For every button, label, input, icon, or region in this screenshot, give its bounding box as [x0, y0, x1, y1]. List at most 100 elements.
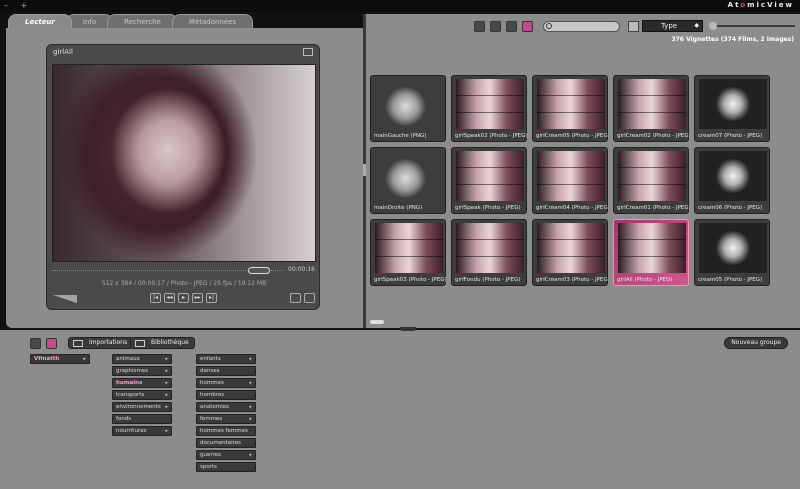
group-item[interactable]: documentaires [196, 438, 256, 448]
thumbnail-label: girlFondu (Photo - JPEG) [455, 277, 521, 283]
lock-icon[interactable] [490, 21, 501, 32]
app-brand: AtomicView [728, 1, 794, 9]
thumbnail-label: cream06 (Photo - JPEG) [698, 205, 763, 211]
thumbnail-image [375, 223, 443, 273]
thumbnail-item[interactable]: girlCream04 (Photo - JPEG) [532, 147, 608, 214]
thumbnail-label: girlSpeak02 (Photo - JPEG) [455, 133, 527, 139]
type-select[interactable]: Type ◆ [642, 20, 703, 32]
importations-label: Importations [89, 339, 128, 346]
chevron-right-icon: ▸ [249, 416, 252, 422]
thumbnail-item[interactable]: girlCream05 (Photo - JPEG) [532, 75, 608, 142]
group-column-2: animaux ▸ graphismes ▸ humains ▸ transports ▸ en… [112, 354, 172, 438]
importations-button[interactable]: Importations [68, 337, 134, 349]
thumbnail-item[interactable]: girlSpeak (Photo - JPEG) [451, 147, 527, 214]
list-view-icon[interactable] [30, 338, 41, 349]
chevron-right-icon: ▸ [165, 428, 168, 434]
group-item[interactable]: hommes femmes [196, 426, 256, 436]
fast-forward-button[interactable]: ▸▸ [192, 293, 203, 303]
thumbnail-item[interactable]: mainDroite (PNG) [370, 147, 446, 214]
window-controls[interactable]: – + [4, 1, 32, 10]
bibliotheque-button[interactable]: Bibliothèque [130, 337, 195, 349]
search-icon [546, 23, 552, 29]
tab-recherche[interactable]: Recherche [107, 14, 178, 28]
thumbnail-item[interactable]: girlCream03 (Photo - JPEG) [532, 219, 608, 286]
sort-icon[interactable] [628, 21, 639, 32]
thumbnail-image [375, 151, 443, 201]
group-item[interactable]: nourritures ▸ [112, 426, 172, 436]
group-column-3: enfants ▸ danses hommes ▸ hombres anatomies ▸ fe… [196, 354, 256, 474]
horizontal-scrollbar[interactable] [370, 320, 384, 324]
group-item-label: documentaires [200, 440, 242, 446]
thumbnail-item[interactable]: girlFondu (Photo - JPEG) [451, 219, 527, 286]
chevron-right-icon: ▸ [165, 404, 168, 410]
group-item[interactable]: graphismes ▸ [112, 366, 172, 376]
tab-info[interactable]: Info [65, 14, 114, 28]
media-info: 512 x 384 / 00:00:17 / Photo - JPEG / 25… [101, 280, 267, 287]
tab-metadonnees[interactable]: Métadonnées [171, 14, 254, 28]
thumbnail-item[interactable]: cream06 (Photo - JPEG) [694, 147, 770, 214]
group-item[interactable]: guerres ▸ [196, 450, 256, 460]
group-item[interactable]: sports [196, 462, 256, 472]
grid-view-icon[interactable] [474, 21, 485, 32]
group-item-label: anatomies [200, 404, 229, 410]
thumbnail-label: girlCream04 (Photo - JPEG) [536, 205, 608, 211]
group-item-label: guerres [200, 452, 221, 458]
group-item[interactable]: hommes ▸ [196, 378, 256, 388]
color-view-icon[interactable] [46, 338, 57, 349]
group-item[interactable]: Vfmatth ▸ [30, 354, 90, 364]
thumbnail-item[interactable]: girlCream01 (Photo - JPEG) [613, 147, 689, 214]
chevron-updown-icon: ◆ [694, 22, 699, 29]
seek-knob[interactable] [248, 267, 270, 274]
title-bar: – + AtomicView [0, 0, 800, 12]
detach-window-icon[interactable] [303, 48, 313, 56]
thumbnail-image [699, 79, 767, 129]
group-item[interactable]: danses [196, 366, 256, 376]
search-input[interactable] [543, 21, 620, 32]
skip-end-button[interactable]: ▸| [206, 293, 217, 303]
thumbnail-image [618, 79, 686, 129]
thumbnail-size-slider[interactable] [709, 22, 795, 30]
thumbnail-item[interactable]: cream07 (Photo - JPEG) [694, 75, 770, 142]
group-item-label: environnements [116, 404, 161, 410]
group-item[interactable]: animaux ▸ [112, 354, 172, 364]
thumbnail-item[interactable]: cream05 (Photo - JPEG) [694, 219, 770, 286]
thumbnail-label: girlCream05 (Photo - JPEG) [536, 133, 608, 139]
rewind-button[interactable]: ◂◂ [164, 293, 175, 303]
player-extra-controls [290, 293, 315, 303]
thumbnail-label: cream05 (Photo - JPEG) [698, 277, 763, 283]
thumbnail-label: cream07 (Photo - JPEG) [698, 133, 763, 139]
skip-start-button[interactable]: |◂ [150, 293, 161, 303]
thumbnail-item[interactable]: girlSpeak02 (Photo - JPEG) [451, 75, 527, 142]
thumbnail-item[interactable]: girlSpeak03 (Photo - JPEG) [370, 219, 446, 286]
group-item[interactable]: transports ▸ [112, 390, 172, 400]
loop-icon[interactable] [290, 293, 301, 303]
tab-lecteur[interactable]: Lecteur [8, 14, 72, 28]
group-item[interactable]: fonds [112, 414, 172, 424]
group-item[interactable]: environnements ▸ [112, 402, 172, 412]
group-item-label: hombres [200, 392, 225, 398]
slider-knob[interactable] [709, 22, 717, 30]
group-item[interactable]: hombres [196, 390, 256, 400]
group-item-label: graphismes [116, 368, 149, 374]
seek-bar[interactable] [52, 267, 284, 274]
list-view-icon[interactable] [506, 21, 517, 32]
group-item[interactable]: femmes ▸ [196, 414, 256, 424]
group-item[interactable]: humains ▸ [112, 378, 172, 388]
fullscreen-icon[interactable] [304, 293, 315, 303]
group-item[interactable]: anatomies ▸ [196, 402, 256, 412]
thumbnail-item[interactable]: mainGauche (PNG) [370, 75, 446, 142]
volume-icon[interactable] [53, 295, 77, 303]
thumbnail-item[interactable]: girlAll (Photo - JPEG) [613, 219, 689, 286]
player-title: girlAll [53, 48, 73, 56]
play-button[interactable]: ▸ [178, 293, 189, 303]
library-panel: Importations Bibliothèque Nouveau groupe… [0, 327, 800, 489]
group-item-label: sports [200, 464, 218, 470]
thumbnail-label: girlSpeak03 (Photo - JPEG) [374, 277, 446, 283]
video-frame[interactable] [52, 64, 316, 262]
color-filter-icon[interactable] [522, 21, 533, 32]
panel-splitter[interactable] [400, 327, 416, 331]
group-item[interactable]: enfants ▸ [196, 354, 256, 364]
new-group-button[interactable]: Nouveau groupe [724, 337, 788, 349]
thumbnail-item[interactable]: girlCream02 (Photo - JPEG) [613, 75, 689, 142]
thumbnail-image [537, 151, 605, 201]
